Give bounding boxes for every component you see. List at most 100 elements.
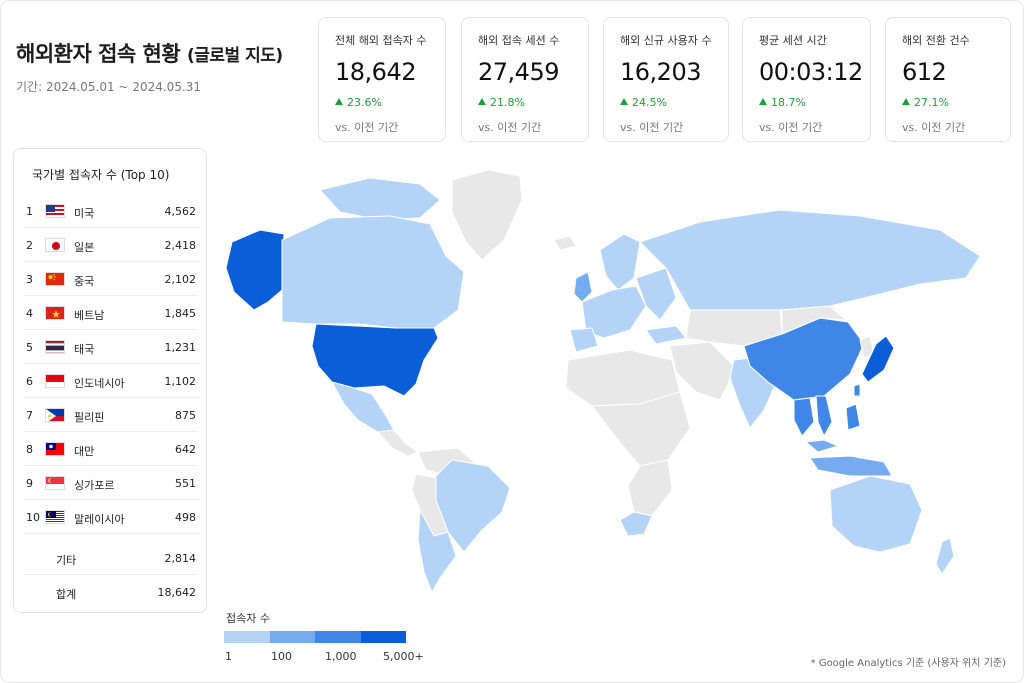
country-count: 1,231 bbox=[164, 341, 197, 354]
ranking-row[interactable]: 2 일본 2,418 bbox=[24, 228, 198, 262]
rank-number: 2 bbox=[26, 239, 33, 252]
rank-number: 10 bbox=[26, 511, 40, 524]
kpi-change: 27.1% bbox=[902, 96, 996, 109]
kpi-compare: vs. 이전 기간 bbox=[759, 121, 823, 134]
kpi-value: 16,203 bbox=[620, 58, 701, 86]
kpi-compare: vs. 이전 기간 bbox=[478, 121, 542, 134]
ranking-title: 국가별 접속자 수 (Top 10) bbox=[32, 168, 170, 182]
up-triangle-icon bbox=[759, 98, 767, 105]
rank-number: 5 bbox=[26, 341, 33, 354]
up-triangle-icon bbox=[902, 98, 910, 105]
page-title: 해외환자 접속 현황 (글로벌 지도) bbox=[16, 38, 283, 68]
total-count: 18,642 bbox=[157, 586, 197, 599]
tw-flag-icon bbox=[45, 442, 65, 456]
country-count: 551 bbox=[175, 477, 196, 490]
ranking-row[interactable]: 4 베트남 1,845 bbox=[24, 296, 198, 330]
country-ranking-panel: 국가별 접속자 수 (Top 10) 1 미국 4,562 2 일본 2,418… bbox=[13, 148, 207, 613]
country-name: 대만 bbox=[74, 445, 95, 458]
ranking-row[interactable]: 7 필리핀 875 bbox=[24, 398, 198, 432]
map-thailand bbox=[793, 397, 815, 437]
footnote: * Google Analytics 기준 (사용자 위치 기준) bbox=[810, 658, 1006, 669]
up-triangle-icon bbox=[335, 98, 343, 105]
map-scandinavia bbox=[599, 233, 641, 291]
rank-number: 7 bbox=[26, 409, 33, 422]
ranking-row[interactable]: 6 인도네시아 1,102 bbox=[24, 364, 198, 398]
legend-color-scale bbox=[224, 631, 406, 643]
kpi-card-conversions: 해외 전환 건수 612 27.1% vs. 이전 기간 bbox=[885, 17, 1011, 142]
kpi-value: 612 bbox=[902, 58, 947, 86]
kpi-change: 21.8% bbox=[478, 96, 574, 109]
map-canada-islands bbox=[319, 177, 441, 221]
country-count: 1,102 bbox=[164, 375, 197, 388]
country-name: 인도네시아 bbox=[74, 377, 125, 390]
other-label: 기타 bbox=[56, 554, 77, 567]
world-map[interactable] bbox=[220, 160, 1010, 600]
up-triangle-icon bbox=[478, 98, 486, 105]
country-count: 2,102 bbox=[164, 273, 197, 286]
country-count: 2,418 bbox=[164, 239, 197, 252]
map-alaska bbox=[225, 229, 285, 311]
ranking-row[interactable]: 8 대만 642 bbox=[24, 432, 198, 466]
map-philippines bbox=[845, 403, 861, 431]
kpi-value: 27,459 bbox=[478, 58, 559, 86]
legend-label: 5,000+ bbox=[383, 650, 424, 663]
country-name: 베트남 bbox=[74, 309, 105, 322]
country-name: 중국 bbox=[74, 275, 95, 288]
country-count: 498 bbox=[175, 511, 196, 524]
ranking-row[interactable]: 5 태국 1,231 bbox=[24, 330, 198, 364]
country-count: 875 bbox=[175, 409, 196, 422]
kpi-card-total-visitors: 전체 해외 접속자 수 18,642 23.6% vs. 이전 기간 bbox=[318, 17, 446, 142]
legend-title: 접속자 수 bbox=[226, 612, 270, 625]
map-turkey bbox=[645, 325, 687, 345]
country-name: 태국 bbox=[74, 343, 95, 356]
map-south-africa bbox=[619, 511, 653, 537]
ph-flag-icon bbox=[45, 408, 65, 422]
ranking-row[interactable]: 1 미국 4,562 bbox=[24, 194, 198, 228]
my-flag-icon bbox=[45, 510, 65, 524]
ranking-row[interactable]: 10 말레이시아 498 bbox=[24, 500, 198, 534]
rank-number: 6 bbox=[26, 375, 33, 388]
rank-number: 8 bbox=[26, 443, 33, 456]
ranking-row[interactable]: 9 싱가포르 551 bbox=[24, 466, 198, 500]
kpi-card-new-users: 해외 신규 사용자 수 16,203 24.5% vs. 이전 기간 bbox=[603, 17, 729, 142]
map-vietnam bbox=[815, 395, 833, 437]
kpi-value: 18,642 bbox=[335, 58, 416, 86]
total-label: 합계 bbox=[56, 588, 77, 601]
rank-number: 9 bbox=[26, 477, 33, 490]
up-triangle-icon bbox=[620, 98, 628, 105]
kpi-card-avg-session: 평균 세션 시간 00:03:12 18.7% vs. 이전 기간 bbox=[742, 17, 871, 142]
ranking-row[interactable]: 3 중국 2,102 bbox=[24, 262, 198, 296]
kpi-change: 23.6% bbox=[335, 96, 431, 109]
legend-swatch bbox=[315, 631, 361, 643]
kpi-value: 00:03:12 bbox=[759, 58, 863, 86]
map-russia bbox=[639, 209, 981, 313]
map-greenland bbox=[451, 169, 523, 261]
kpi-change: 24.5% bbox=[620, 96, 714, 109]
kpi-compare: vs. 이전 기간 bbox=[335, 121, 399, 134]
country-name: 미국 bbox=[74, 207, 95, 220]
us-flag-icon bbox=[45, 204, 65, 218]
map-central-america bbox=[377, 429, 419, 457]
kpi-compare: vs. 이전 기간 bbox=[620, 121, 684, 134]
legend-swatch bbox=[269, 631, 315, 643]
legend-label: 100 bbox=[271, 650, 292, 663]
map-usa bbox=[311, 323, 439, 397]
kpi-compare: vs. 이전 기간 bbox=[902, 121, 966, 134]
kpi-card-sessions: 해외 접속 세션 수 27,459 21.8% vs. 이전 기간 bbox=[461, 17, 589, 142]
country-name: 싱가포르 bbox=[74, 479, 115, 492]
map-iceland bbox=[553, 235, 577, 251]
rank-number: 4 bbox=[26, 307, 33, 320]
period-label: 기간: 2024.05.01 ~ 2024.05.31 bbox=[16, 80, 202, 94]
map-canada bbox=[281, 215, 465, 329]
jp-flag-icon bbox=[45, 238, 65, 252]
legend-label: 1,000 bbox=[325, 650, 357, 663]
sg-flag-icon bbox=[45, 476, 65, 490]
country-name: 말레이시아 bbox=[74, 513, 125, 526]
title-main: 해외환자 접속 현황 bbox=[16, 42, 181, 66]
map-indonesia bbox=[809, 455, 893, 477]
ranking-total-row: 합계 18,642 bbox=[24, 575, 198, 609]
legend-swatch bbox=[360, 631, 406, 643]
map-taiwan bbox=[853, 383, 861, 397]
map-mexico bbox=[331, 381, 395, 433]
other-count: 2,814 bbox=[164, 552, 197, 565]
